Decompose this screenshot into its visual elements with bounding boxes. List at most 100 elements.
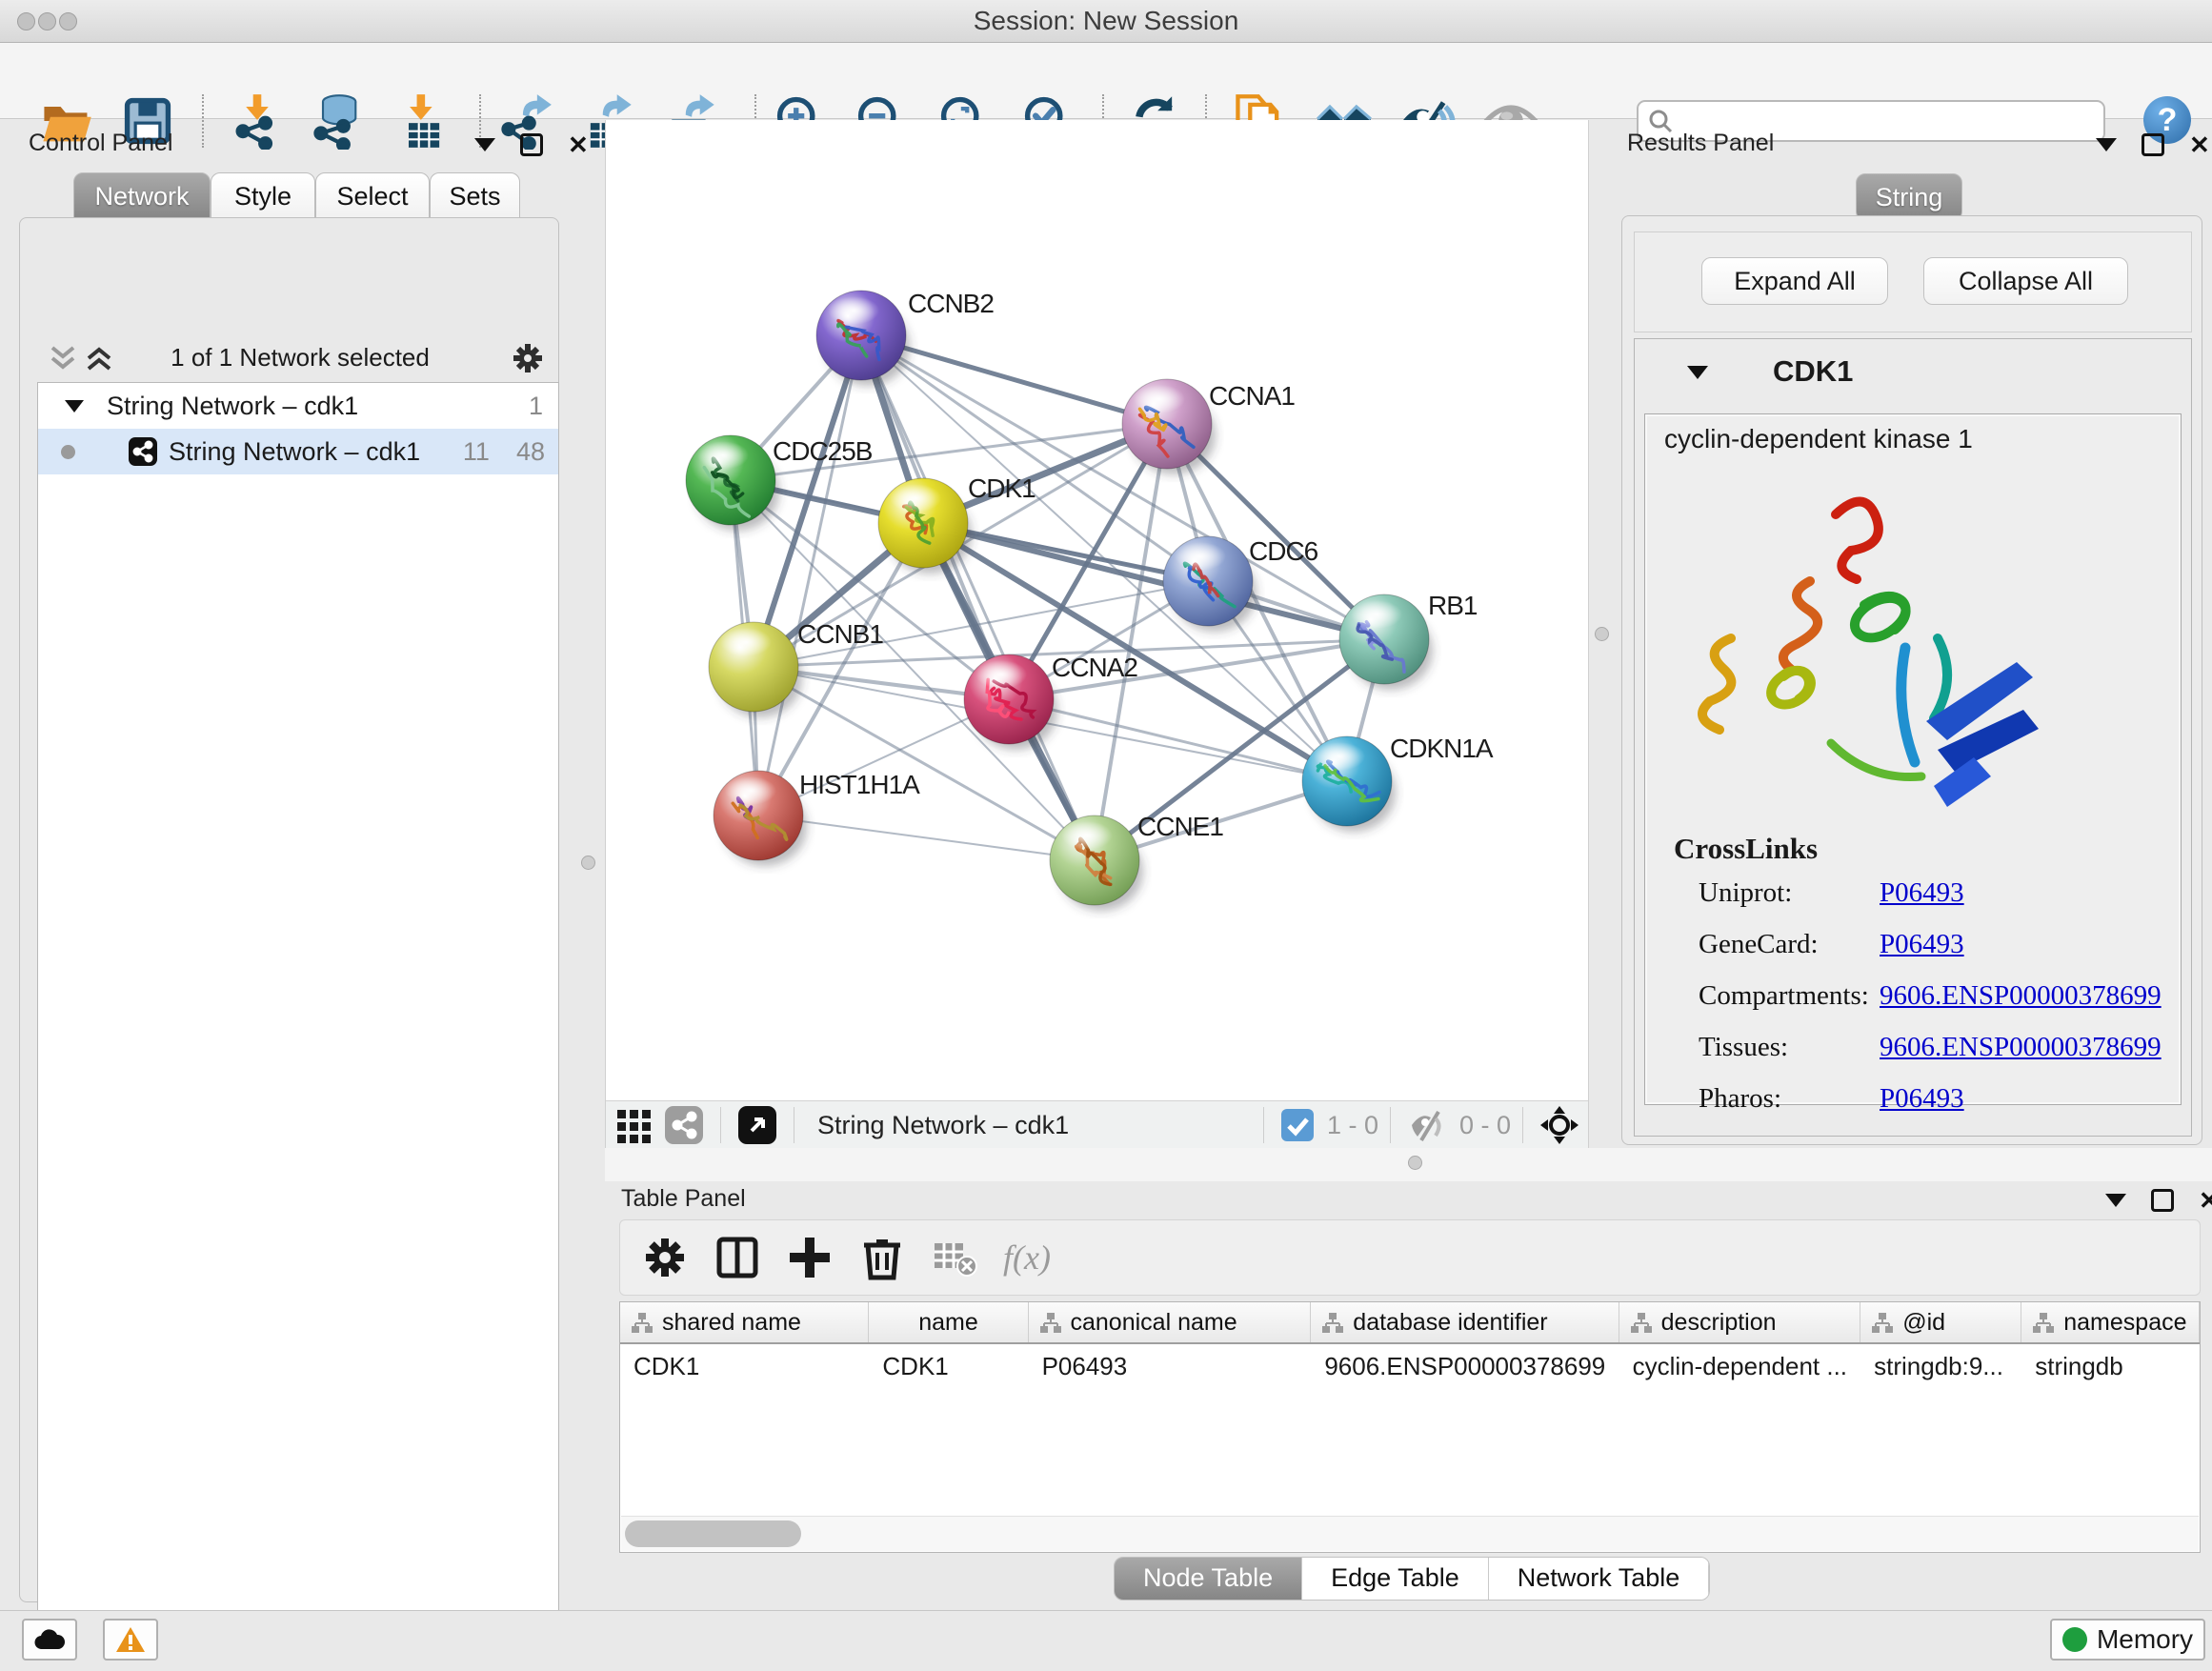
results-panel-minimize-icon[interactable] [2096,138,2117,151]
node-RB1[interactable] [1339,594,1433,690]
tab-node-table[interactable]: Node Table [1115,1558,1302,1600]
collapse-all-button[interactable]: Collapse All [1923,257,2128,305]
results-panel-float-icon[interactable] [2142,133,2164,156]
edge-CCNB2-HIST1H1A[interactable] [758,335,861,815]
hidden-elements-icon[interactable] [1408,1106,1446,1144]
table-panel-float-icon[interactable] [2151,1189,2174,1212]
collection-expander-icon[interactable] [65,400,84,413]
table-panel: Table Panel ✕ f(x) shared namenamecanoni… [605,1181,2212,1610]
table-cell[interactable]: CDK1 [869,1344,1028,1384]
shared-column-icon [632,1312,653,1333]
results-panel: Results Panel ✕ String Expand All Collap… [1619,120,2212,1148]
column-header-shared-name[interactable]: shared name [620,1302,869,1342]
control-panel-minimize-icon[interactable] [474,138,495,151]
node-count: 11 [463,437,490,467]
column-header-name[interactable]: name [869,1302,1028,1342]
tab-string[interactable]: String [1856,173,1962,221]
tab-network[interactable]: Network [73,172,211,220]
tab-edge-table[interactable]: Edge Table [1302,1558,1489,1600]
birds-eye-view-icon[interactable] [738,1106,776,1144]
tab-style[interactable]: Style [211,172,315,220]
selected-nodes-checkbox-icon[interactable] [1281,1109,1314,1141]
node-CCNE1[interactable] [1050,815,1143,911]
column-header-canonical-name[interactable]: canonical name [1029,1302,1312,1342]
tab-sets[interactable]: Sets [430,172,520,220]
selected-nodes-status: 1 - 0 [1327,1111,1378,1140]
crosslink-label: Uniprot: [1699,877,1880,909]
table-cell[interactable]: 9606.ENSP00000378699 [1311,1344,1619,1384]
control-panel-close-icon[interactable]: ✕ [568,136,589,153]
table-cell[interactable]: CDK1 [620,1344,869,1384]
gear-icon[interactable] [510,340,546,376]
network-selection-status: 1 of 1 Network selected [138,343,462,372]
node-CDKN1A[interactable] [1302,736,1396,832]
crosslink-value-link[interactable]: P06493 [1880,877,1964,909]
memory-button[interactable]: Memory [2050,1619,2205,1661]
window-close-icon[interactable] [17,12,35,30]
node-CDC25B[interactable] [686,435,779,531]
table-settings-gear-icon[interactable] [641,1234,689,1281]
edge-HIST1H1A-CCNE1[interactable] [758,815,1095,860]
left-splitter-handle[interactable] [581,856,595,870]
column-header--id[interactable]: @id [1860,1302,2021,1342]
crosslink-value-link[interactable]: 9606.ENSP00000378699 [1880,1032,2162,1063]
column-header-namespace[interactable]: namespace [2021,1302,2200,1342]
function-builder-icon[interactable]: f(x) [1003,1238,1051,1278]
horizontal-splitter[interactable] [605,1148,2212,1181]
network-view-icon[interactable] [665,1106,703,1144]
window-zoom-icon[interactable] [59,12,77,30]
collapse-all-icon[interactable] [47,342,79,374]
right-splitter-handle[interactable] [1595,627,1609,641]
gene-description: cyclin-dependent kinase 1 [1664,424,1973,454]
results-panel-close-icon[interactable]: ✕ [2189,136,2210,153]
node-CCNA2[interactable] [964,654,1057,750]
horizontal-scrollbar[interactable] [621,1516,2199,1551]
column-header-database-identifier[interactable]: database identifier [1311,1302,1619,1342]
table-row[interactable]: CDK1CDK1P064939606.ENSP00000378699cyclin… [620,1344,2200,1384]
network-view[interactable]: CCNB2CCNA1CDC25BCDK1CDC6RB1CCNB1CCNA2CDK… [605,120,1589,1148]
network-canvas[interactable]: CCNB2CCNA1CDC25BCDK1CDC6RB1CCNB1CCNA2CDK… [606,120,1588,1098]
table-panel-close-icon[interactable]: ✕ [2199,1192,2212,1209]
edge-count: 48 [516,437,545,467]
fit-content-icon[interactable] [1540,1106,1579,1144]
node-CDK1[interactable] [878,478,972,574]
add-column-icon[interactable] [786,1234,834,1281]
grid-view-icon[interactable] [615,1106,654,1144]
column-label: description [1661,1309,1777,1337]
tab-network-table[interactable]: Network Table [1489,1558,1710,1600]
column-label: canonical name [1071,1309,1237,1337]
table-cell[interactable]: cyclin-dependent ... [1619,1344,1861,1384]
network-tree: String Network – cdk1 1 String Network –… [37,382,559,1671]
tab-select[interactable]: Select [315,172,430,220]
expand-all-icon[interactable] [83,342,115,374]
node-CDC6[interactable] [1163,536,1257,632]
table-panel-minimize-icon[interactable] [2105,1194,2126,1207]
network-row[interactable]: String Network – cdk1 11 48 [38,429,558,474]
scrollbar-thumb[interactable] [625,1520,801,1547]
collection-label: String Network – cdk1 [107,392,358,421]
crosslink-value-link[interactable]: P06493 [1880,929,1964,960]
show-columns-icon[interactable] [714,1234,761,1281]
node-label-CCNE1: CCNE1 [1137,812,1223,841]
table-cell[interactable]: stringdb:9... [1860,1344,2021,1384]
control-panel-float-icon[interactable] [520,133,543,156]
cloud-button[interactable] [22,1619,77,1661]
edge-CCNA2-CDKN1A[interactable] [1009,699,1347,781]
network-collection-row[interactable]: String Network – cdk1 1 [38,383,558,429]
crosslink-value-link[interactable]: 9606.ENSP00000378699 [1880,980,2162,1012]
title-bar: Session: New Session [0,0,2212,43]
expand-all-button[interactable]: Expand All [1701,257,1888,305]
table-cell[interactable]: stringdb [2021,1344,2200,1384]
window-minimize-icon[interactable] [38,12,56,30]
table-cell[interactable]: P06493 [1029,1344,1312,1384]
warning-button[interactable] [103,1619,158,1661]
node-CCNA1[interactable] [1122,379,1216,474]
node-HIST1H1A[interactable] [714,771,807,866]
crosslink-value-link[interactable]: P06493 [1880,1083,1964,1115]
gene-section-expander-icon[interactable] [1687,366,1708,379]
crosslink-label: Compartments: [1699,980,1880,1012]
horizontal-splitter-handle[interactable] [1408,1156,1422,1170]
column-header-description[interactable]: description [1619,1302,1861,1342]
delete-column-icon[interactable] [858,1234,906,1281]
delete-table-icon[interactable] [931,1234,978,1281]
